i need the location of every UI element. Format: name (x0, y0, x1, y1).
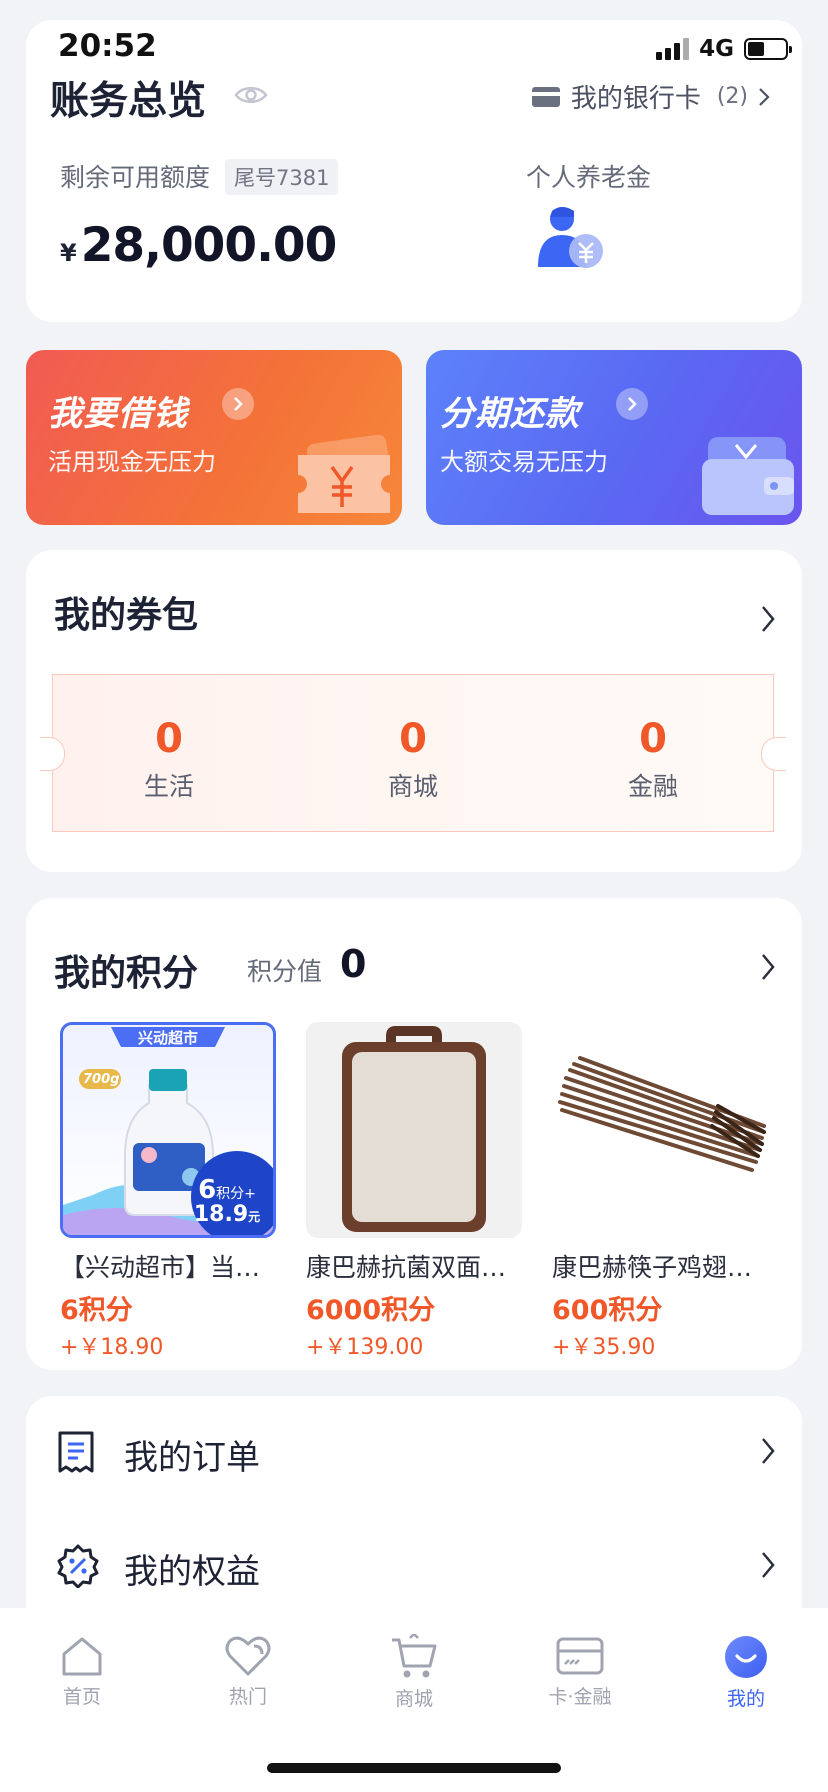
coupon-mall-count: 0 (399, 716, 427, 762)
coupon-life[interactable]: 0 生活 (79, 717, 259, 803)
product-price: +￥18.90 (60, 1335, 164, 1360)
product-item[interactable]: 康巴赫筷子鸡翅… 600积分 +￥35.90 (552, 1022, 768, 1361)
tab-mall-label: 商城 (394, 1688, 433, 1710)
network-type: 4G (699, 36, 734, 62)
coupon-wallet-title: 我的券包 (54, 595, 199, 636)
points-value-label: 积分值 (247, 957, 323, 986)
product-points: 600积分 (552, 1295, 663, 1326)
tab-profile-label: 我的 (726, 1688, 765, 1710)
cutting-board-image (342, 1026, 486, 1232)
points-value: 0 (340, 942, 367, 986)
installment-repay-card[interactable]: 分期还款 大额交易无压力 (426, 350, 802, 525)
product-price: +￥139.00 (306, 1335, 424, 1360)
borrow-subtitle: 活用现金无压力 (48, 448, 216, 476)
product-badge: 6积分+ 18.9元 (193, 1175, 261, 1227)
status-time: 20:52 (58, 28, 157, 64)
tab-home-label: 首页 (62, 1686, 101, 1708)
home-icon (62, 1637, 102, 1676)
my-benefits-row[interactable]: 我的权益 (26, 1510, 802, 1620)
tab-card-finance-label: 卡·金融 (548, 1686, 612, 1708)
installment-subtitle: 大额交易无压力 (440, 448, 608, 476)
points-title: 我的积分 (54, 953, 199, 994)
installment-title: 分期还款 (440, 394, 580, 434)
profile-icon (725, 1636, 767, 1678)
balance-label: 剩余可用额度 (60, 163, 211, 192)
tab-home[interactable]: 首页 (22, 1634, 142, 1709)
pension-label[interactable]: 个人养老金 (526, 158, 651, 194)
coupon-life-label: 生活 (143, 772, 194, 801)
coupon-summary[interactable]: 0 生活 0 商城 0 金融 (40, 674, 786, 832)
arrow-right-circle-icon (616, 388, 648, 420)
heart-icon (225, 1636, 271, 1676)
product-name: 【兴动超市】当… (60, 1253, 261, 1282)
chevron-right-icon (759, 87, 770, 106)
card-tail-tag: 尾号7381 (225, 159, 339, 195)
bank-card-link[interactable]: 我的银行卡 (2) (531, 78, 770, 115)
coupon-mall-label: 商城 (387, 772, 438, 801)
coupon-finance[interactable]: 0 金融 (563, 717, 743, 803)
tab-profile[interactable]: 我的 (686, 1634, 806, 1711)
coupon-wallet-card: 我的券包 0 生活 0 商城 0 金融 (26, 550, 802, 872)
account-overview-card: 20:52 4G 账务总览 我的银行卡 (2) 剩余可用额度 尾号7381 ¥ … (26, 20, 802, 322)
wallet-icon (702, 437, 794, 515)
points-card: 我的积分 积分值 0 兴动超市 700g 6积分+ 18.9元 【兴动超市】当…… (26, 898, 802, 1370)
coupon-life-count: 0 (155, 716, 183, 762)
coupon-finance-label: 金融 (627, 772, 678, 801)
product-weight-tag: 700g (83, 1072, 120, 1087)
status-indicators: 4G (656, 36, 792, 62)
cash-ticket-icon (298, 435, 390, 513)
battery-icon (744, 38, 792, 60)
chevron-right-icon (762, 1438, 775, 1464)
product-item[interactable]: 康巴赫抗菌双面… 6000积分 +￥139.00 (306, 1022, 522, 1361)
bank-card-count: (2) (716, 84, 748, 109)
product-name: 康巴赫抗菌双面… (306, 1253, 507, 1282)
chopsticks-image (558, 1056, 766, 1172)
my-orders-row[interactable]: 我的订单 (26, 1396, 802, 1506)
my-orders-label: 我的订单 (124, 1438, 260, 1478)
product-points: 6积分 (60, 1295, 133, 1326)
tab-hot-label: 热门 (228, 1686, 267, 1708)
order-receipt-icon (58, 1431, 94, 1473)
chevron-right-icon (762, 1552, 775, 1578)
tab-mall[interactable]: 商城 (354, 1634, 474, 1711)
balance-value: 28,000.00 (80, 218, 338, 273)
product-price: +￥35.90 (552, 1335, 656, 1360)
bank-card-icon (531, 86, 560, 107)
product-banner-text: 兴动超市 (137, 1029, 198, 1047)
home-indicator (267, 1763, 561, 1773)
borrow-money-card[interactable]: 我要借钱 活用现金无压力 (26, 350, 402, 525)
coupon-finance-count: 0 (639, 716, 667, 762)
tab-hot[interactable]: 热门 (188, 1634, 308, 1709)
cart-icon (392, 1634, 437, 1678)
product-name: 康巴赫筷子鸡翅… (552, 1253, 753, 1282)
bank-card-label: 我的银行卡 (570, 84, 701, 114)
product-item[interactable]: 兴动超市 700g 6积分+ 18.9元 【兴动超市】当… 6积分 +￥18.9… (60, 1022, 276, 1361)
currency-symbol: ¥ (60, 239, 77, 267)
card-icon (556, 1637, 604, 1675)
benefits-badge-icon (57, 1544, 99, 1588)
balance-amount: ¥ 28,000.00 (60, 218, 338, 273)
tab-card-finance[interactable]: 卡·金融 (520, 1634, 640, 1709)
chevron-right-icon[interactable] (760, 952, 776, 982)
signal-icon (656, 38, 690, 60)
chevron-right-icon[interactable] (760, 604, 776, 634)
borrow-title: 我要借钱 (48, 394, 188, 434)
product-image-chopsticks (552, 1022, 768, 1238)
arrow-right-circle-icon (222, 388, 254, 420)
product-image-cutting-board (306, 1022, 522, 1238)
eye-icon[interactable] (234, 84, 268, 106)
my-benefits-label: 我的权益 (124, 1552, 260, 1592)
pension-person-icon[interactable] (534, 205, 608, 275)
account-overview-title: 账务总览 (50, 79, 207, 124)
product-image-detergent: 兴动超市 700g 6积分+ 18.9元 (60, 1022, 276, 1238)
coupon-mall[interactable]: 0 商城 (323, 717, 503, 803)
product-points: 6000积分 (306, 1295, 436, 1326)
